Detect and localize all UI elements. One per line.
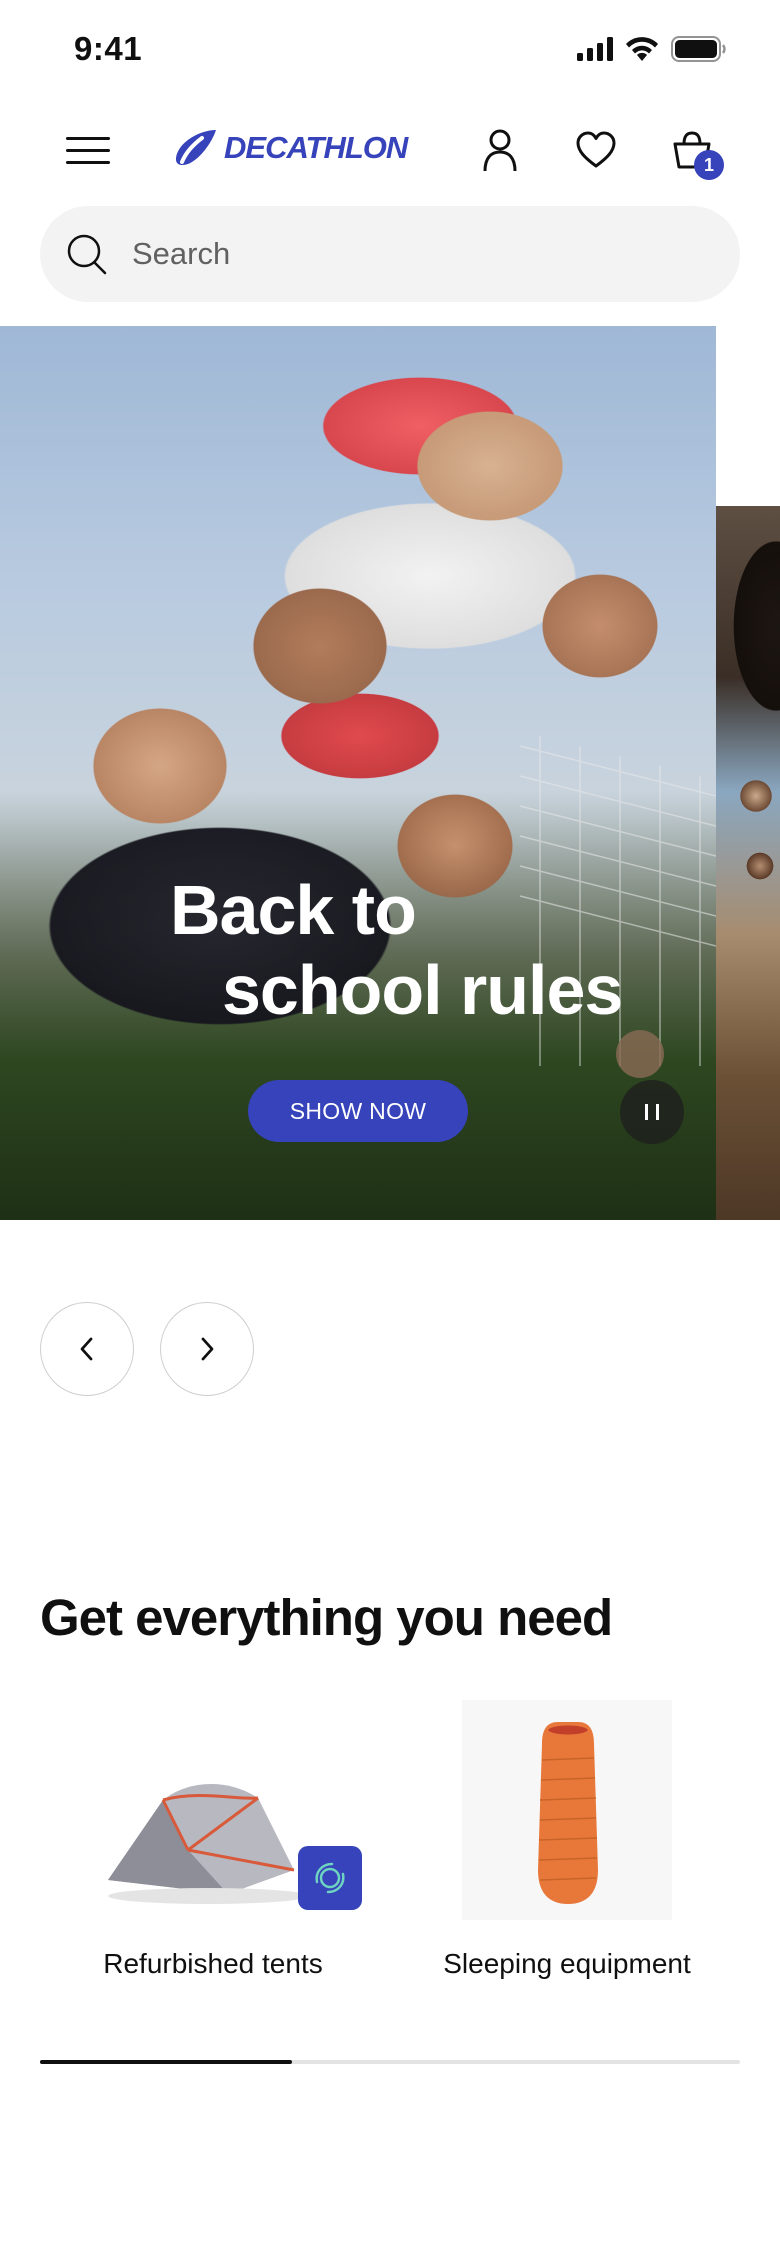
menu-icon-bar [66, 148, 110, 152]
cart-button[interactable]: 1 [666, 124, 724, 180]
wishlist-button[interactable] [570, 124, 622, 176]
heart-icon [576, 131, 616, 168]
soccer-ball [616, 1030, 664, 1078]
next-slide-preview[interactable] [716, 506, 780, 1220]
chevron-right-icon [201, 1337, 214, 1361]
logo-wordmark: DECATHLON [224, 130, 408, 165]
carousel-next-button[interactable] [160, 1302, 254, 1396]
pause-button[interactable] [620, 1080, 684, 1144]
category-scroll-thumb[interactable] [40, 2060, 292, 2064]
pause-icon [645, 1104, 659, 1120]
category-label: Refurbished tents [103, 1948, 323, 1979]
status-bar: 9:41 [0, 0, 780, 100]
cart-count-badge: 1 [694, 150, 724, 180]
menu-icon-bar [66, 160, 110, 164]
search-icon [67, 234, 107, 275]
refurbished-icon [315, 1862, 345, 1894]
sleeping-bag-icon [462, 1700, 672, 1920]
user-icon [483, 129, 517, 172]
search-input[interactable]: Search [40, 206, 740, 302]
search-placeholder: Search [132, 236, 231, 271]
hero-title: Back to school rules [170, 870, 623, 1030]
carousel-prev-button[interactable] [40, 1302, 134, 1396]
cellular-signal-icon [577, 37, 613, 61]
menu-icon-bar [66, 136, 110, 140]
show-now-button[interactable]: SHOW NOW [248, 1080, 468, 1142]
logo-mark-icon [175, 130, 216, 166]
category-card-refurbished-tents[interactable]: Refurbished tents [58, 1700, 368, 1980]
category-image [412, 1700, 722, 1920]
hero-banner[interactable]: Back to school rules SHOW NOW [0, 326, 716, 1220]
chevron-left-icon [80, 1337, 93, 1361]
hero-title-line-2: school rules [222, 951, 623, 1029]
status-time: 9:41 [74, 30, 143, 67]
menu-button[interactable] [60, 126, 116, 174]
brand-logo[interactable]: DECATHLON [172, 128, 408, 168]
app-header: DECATHLON 1 [0, 120, 780, 180]
refurbished-badge [298, 1846, 362, 1910]
category-label: Sleeping equipment [443, 1948, 691, 1979]
category-card-sleeping-equipment[interactable]: Sleeping equipment [412, 1700, 722, 1980]
account-button[interactable] [474, 124, 526, 176]
wifi-icon [626, 37, 658, 61]
category-image [58, 1700, 368, 1920]
status-icons [577, 36, 727, 62]
section-title: Get everything you need [40, 1589, 613, 1646]
battery-icon [671, 36, 726, 62]
category-scroll-track[interactable] [40, 2060, 740, 2064]
hero-title-line-1: Back to [170, 871, 417, 949]
